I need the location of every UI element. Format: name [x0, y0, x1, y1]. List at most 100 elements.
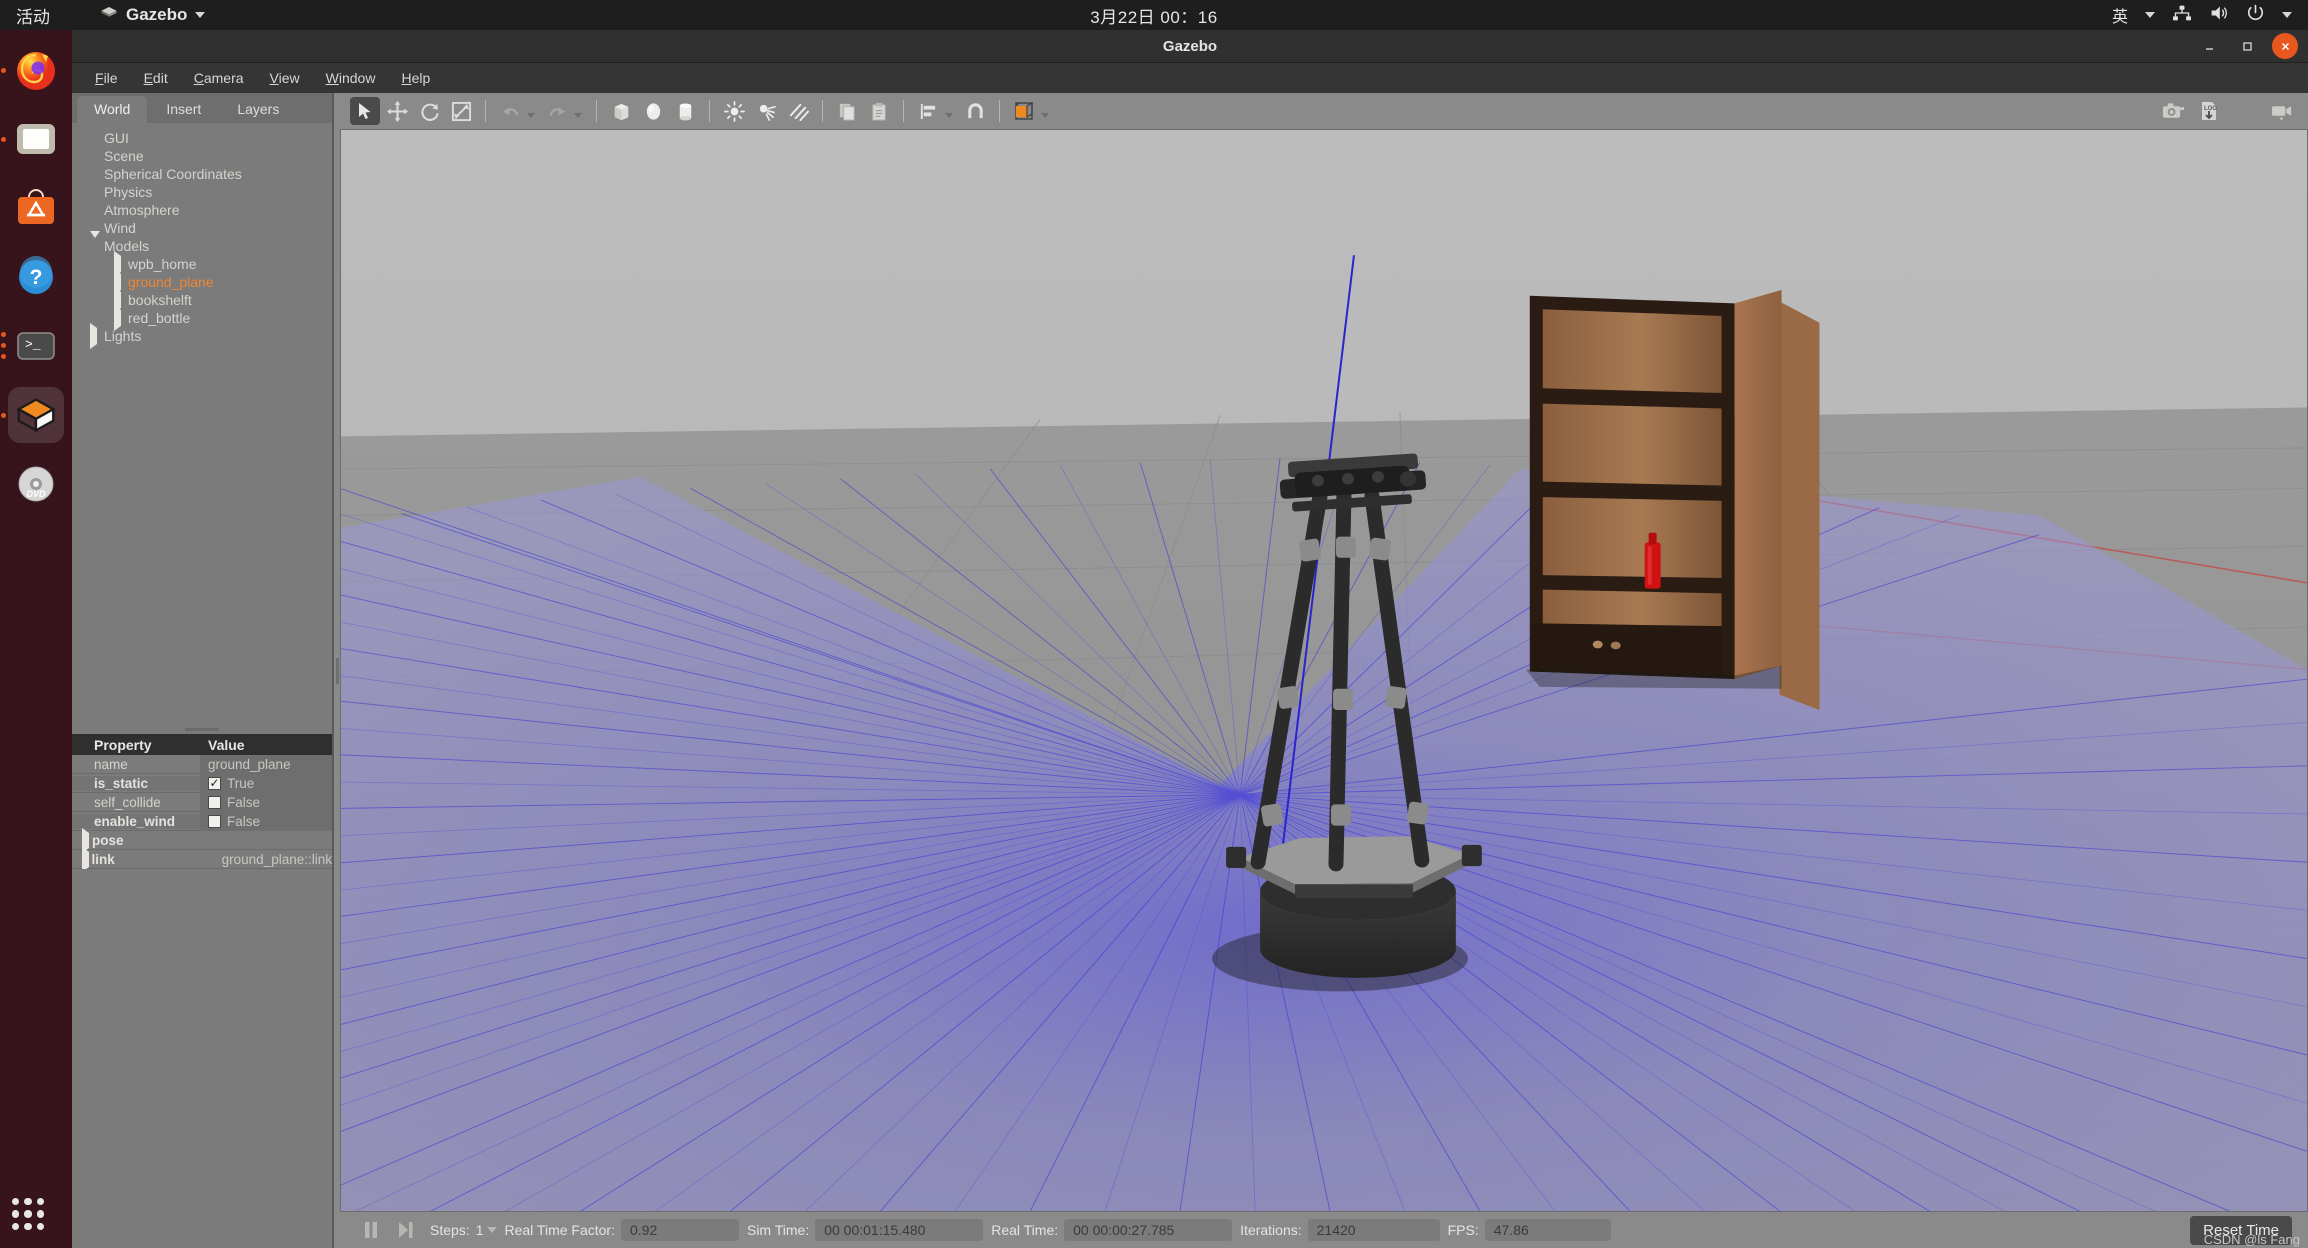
- tree-item-label: bookshelft: [128, 292, 192, 308]
- screenshot-icon[interactable]: [2158, 97, 2188, 125]
- tab-insert[interactable]: Insert: [149, 96, 219, 123]
- network-icon[interactable]: [2172, 4, 2192, 27]
- clock[interactable]: 3月22日 00：16: [1090, 3, 1217, 28]
- view-angle-icon[interactable]: [1009, 97, 1039, 125]
- dock-item-files[interactable]: [1, 111, 64, 167]
- tree-item-physics[interactable]: Physics: [90, 183, 332, 201]
- tree-item-ground-plane[interactable]: ground_plane: [90, 269, 332, 295]
- property-key: enable_wind: [72, 813, 200, 829]
- tree-item-gui[interactable]: GUI: [90, 129, 332, 147]
- tree-item-models[interactable]: Models: [90, 231, 332, 255]
- point-light-icon[interactable]: [719, 97, 749, 125]
- chevron-right-icon[interactable]: [72, 827, 92, 853]
- menu-window[interactable]: Window: [315, 66, 387, 90]
- tree-item-lights[interactable]: Lights: [90, 323, 332, 349]
- tree-item-bookshelft[interactable]: bookshelft: [90, 287, 332, 313]
- property-row-pose[interactable]: pose: [72, 827, 332, 853]
- checkbox-unchecked-icon[interactable]: [208, 795, 221, 809]
- steps-value[interactable]: 1: [476, 1222, 484, 1238]
- checkbox-checked-icon[interactable]: ✓: [208, 776, 221, 790]
- tree-item-label: GUI: [104, 130, 129, 146]
- tab-world[interactable]: World: [77, 96, 148, 123]
- log-icon[interactable]: LOG: [2194, 97, 2224, 125]
- chevron-down-icon[interactable]: [2282, 12, 2292, 18]
- insert-cylinder-icon[interactable]: [670, 97, 700, 125]
- dock-item-help[interactable]: ?: [8, 249, 64, 305]
- property-value: ground_plane: [200, 754, 332, 774]
- property-value-label: False: [227, 813, 261, 829]
- dock-item-firefox[interactable]: [1, 42, 64, 98]
- property-row-link[interactable]: link ground_plane::link: [72, 846, 332, 872]
- close-button[interactable]: [2272, 33, 2298, 59]
- redo-dropdown-chevron-icon[interactable]: [574, 113, 582, 118]
- paste-icon[interactable]: [864, 97, 894, 125]
- plot-icon[interactable]: [2230, 97, 2260, 125]
- menu-edit[interactable]: Edit: [133, 66, 179, 90]
- 3d-viewport[interactable]: [340, 129, 2308, 1212]
- video-record-icon[interactable]: [2266, 97, 2296, 125]
- insert-sphere-icon[interactable]: [638, 97, 668, 125]
- property-row-self-collide[interactable]: self_collide False: [72, 792, 332, 812]
- tab-layers[interactable]: Layers: [220, 96, 297, 123]
- scale-mode-icon[interactable]: [446, 97, 476, 125]
- activities-button[interactable]: 活动: [16, 3, 50, 28]
- step-forward-icon[interactable]: [388, 1220, 422, 1240]
- maximize-button[interactable]: [2234, 33, 2260, 59]
- menu-help[interactable]: Help: [390, 66, 441, 90]
- align-icon[interactable]: [913, 97, 943, 125]
- menu-file[interactable]: File: [84, 66, 129, 90]
- tree-item-atmosphere[interactable]: Atmosphere: [90, 201, 332, 219]
- select-mode-icon[interactable]: [350, 97, 380, 125]
- render-toolbar-right: LOG: [2158, 97, 2296, 125]
- app-menu-button[interactable]: Gazebo: [100, 4, 206, 27]
- toolbar-separator: [822, 100, 823, 122]
- window-controls: [2196, 33, 2298, 59]
- property-row-enable-wind[interactable]: enable_wind False: [72, 811, 332, 831]
- system-tray: 英: [2112, 3, 2292, 27]
- undo-dropdown-chevron-icon[interactable]: [527, 113, 535, 118]
- dock-item-terminal[interactable]: >_: [1, 318, 64, 374]
- fps-value: 47.86: [1484, 1219, 1611, 1241]
- checkbox-unchecked-icon[interactable]: [208, 814, 221, 828]
- spot-light-icon[interactable]: [751, 97, 781, 125]
- running-indicator: [1, 332, 6, 337]
- power-icon[interactable]: [2246, 3, 2265, 27]
- tree-item-label: wpb_home: [128, 256, 197, 272]
- dock-item-ubuntu-software[interactable]: [8, 180, 64, 236]
- show-applications-button[interactable]: [8, 1194, 48, 1234]
- align-dropdown-chevron-icon[interactable]: [945, 113, 953, 118]
- steps-dropdown-chevron-icon[interactable]: [486, 1227, 497, 1233]
- tree-item-label: Wind: [104, 220, 136, 236]
- view-angle-dropdown-chevron-icon[interactable]: [1041, 113, 1049, 118]
- property-row-is-static[interactable]: is_static ✓ True: [72, 773, 332, 793]
- input-method-indicator[interactable]: 英: [2112, 3, 2128, 27]
- tree-item-wind[interactable]: Wind: [90, 219, 332, 237]
- menu-view[interactable]: View: [259, 66, 311, 90]
- svg-text:DVD: DVD: [26, 489, 46, 499]
- menu-camera[interactable]: Camera: [183, 66, 255, 90]
- chevron-right-icon[interactable]: [72, 846, 91, 872]
- insert-box-icon[interactable]: [606, 97, 636, 125]
- minimize-button[interactable]: [2196, 33, 2222, 59]
- undo-icon[interactable]: [495, 97, 525, 125]
- column-header-property: Property: [94, 736, 152, 753]
- tree-item-wpb-home[interactable]: wpb_home: [90, 251, 332, 277]
- panel-splitter[interactable]: [72, 724, 332, 734]
- copy-icon[interactable]: [832, 97, 862, 125]
- translate-mode-icon[interactable]: [382, 97, 412, 125]
- snap-icon[interactable]: [960, 97, 990, 125]
- dock-item-gazebo[interactable]: [1, 387, 64, 443]
- property-row-name[interactable]: name ground_plane: [72, 754, 332, 774]
- tree-item-spherical-coordinates[interactable]: Spherical Coordinates: [90, 165, 332, 183]
- pause-icon[interactable]: [354, 1220, 388, 1240]
- tree-item-red-bottle[interactable]: red_bottle: [90, 305, 332, 331]
- directional-light-icon[interactable]: [783, 97, 813, 125]
- chevron-down-icon[interactable]: [90, 231, 104, 254]
- rotate-mode-icon[interactable]: [414, 97, 444, 125]
- volume-icon[interactable]: [2209, 4, 2229, 27]
- redo-icon[interactable]: [542, 97, 572, 125]
- tree-item-scene[interactable]: Scene: [90, 147, 332, 165]
- dock-item-rhythmbox[interactable]: DVD: [8, 456, 64, 512]
- chevron-right-icon[interactable]: [114, 305, 128, 331]
- chevron-right-icon[interactable]: [90, 323, 104, 349]
